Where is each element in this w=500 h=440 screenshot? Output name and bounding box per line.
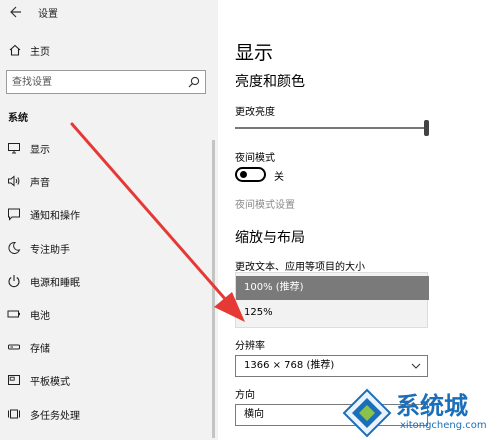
scale-label: 更改文本、应用等项目的大小 bbox=[235, 262, 365, 273]
night-mode-settings-link[interactable]: 夜间模式设置 bbox=[235, 196, 295, 211]
sidebar-item-label: 专注助手 bbox=[30, 244, 70, 256]
scale-dropdown-list[interactable]: 100% (推荐) 125% bbox=[235, 272, 429, 328]
sidebar-item-tablet-mode[interactable]: 平板模式 bbox=[0, 365, 212, 398]
sidebar-item-label: 存储 bbox=[30, 344, 50, 356]
brightness-color-heading: 亮度和颜色 bbox=[235, 74, 305, 90]
orientation-value: 横向 bbox=[244, 409, 264, 420]
sidebar-item-label: 通知和操作 bbox=[30, 211, 80, 223]
monitor-icon bbox=[8, 143, 20, 154]
resolution-value: 1366 × 768 (推荐) bbox=[244, 360, 335, 371]
sidebar-item-storage[interactable]: 存储 bbox=[0, 332, 212, 365]
watermark-text: 系统城 bbox=[396, 392, 468, 420]
watermark: 系统城 xitongcheng.com bbox=[340, 386, 500, 440]
sidebar-item-label: 电池 bbox=[30, 310, 50, 322]
search-box[interactable] bbox=[6, 70, 206, 94]
watermark-subtext: xitongcheng.com bbox=[400, 420, 487, 431]
sidebar-item-focus-assist[interactable]: 专注助手 bbox=[0, 233, 212, 266]
window-title: 设置 bbox=[38, 9, 58, 20]
display-settings-pane: 显示 亮度和颜色 更改亮度 夜间模式 关 夜间模式设置 缩放与布局 更改文本、应… bbox=[218, 0, 500, 440]
notification-icon bbox=[8, 208, 20, 222]
section-label-system: 系统 bbox=[8, 113, 28, 124]
settings-sidebar: 设置 主页 系统 显示 声音 bbox=[0, 0, 218, 440]
storage-icon bbox=[8, 344, 20, 350]
night-mode-label: 夜间模式 bbox=[235, 153, 275, 164]
home-icon bbox=[9, 44, 21, 56]
title-bar: 设置 bbox=[0, 0, 218, 24]
sidebar-item-label: 平板模式 bbox=[30, 377, 70, 389]
power-icon bbox=[8, 274, 20, 287]
sidebar-item-notifications[interactable]: 通知和操作 bbox=[0, 199, 212, 232]
home-label: 主页 bbox=[30, 47, 50, 58]
sidebar-item-label: 声音 bbox=[30, 178, 50, 190]
sidebar-item-display[interactable]: 显示 bbox=[0, 133, 212, 166]
night-mode-state: 关 bbox=[274, 172, 284, 183]
sidebar-item-multitasking[interactable]: 多任务处理 bbox=[0, 399, 212, 432]
sidebar-item-battery[interactable]: 电池 bbox=[0, 299, 212, 332]
night-mode-toggle[interactable] bbox=[235, 167, 266, 182]
search-icon[interactable] bbox=[188, 76, 200, 88]
resolution-label: 分辨率 bbox=[235, 341, 265, 352]
sidebar-item-label: 显示 bbox=[30, 145, 50, 156]
scale-layout-heading: 缩放与布局 bbox=[235, 230, 305, 246]
sidebar-item-sound[interactable]: 声音 bbox=[0, 166, 212, 199]
speaker-icon bbox=[8, 175, 20, 187]
sidebar-scrollbar[interactable] bbox=[212, 140, 215, 438]
chevron-down-icon bbox=[411, 363, 421, 369]
tablet-icon bbox=[8, 375, 20, 386]
orientation-label: 方向 bbox=[235, 390, 255, 401]
scale-option-125[interactable]: 125% bbox=[236, 301, 429, 325]
sidebar-item-label: 电源和睡眠 bbox=[30, 277, 80, 289]
scale-option-100[interactable]: 100% (推荐) bbox=[236, 276, 429, 300]
sidebar-nav: 显示 声音 通知和操作 专注助手 电源和睡眠 电池 存储 平板模式 多任务处理 bbox=[0, 133, 218, 432]
page-title: 显示 bbox=[235, 42, 274, 64]
watermark-logo-icon bbox=[342, 388, 392, 438]
sidebar-item-power-sleep[interactable]: 电源和睡眠 bbox=[0, 266, 212, 299]
brightness-slider-track[interactable] bbox=[235, 127, 427, 129]
sidebar-item-label: 多任务处理 bbox=[30, 410, 80, 422]
search-input[interactable] bbox=[7, 71, 183, 93]
multitask-icon bbox=[8, 409, 20, 418]
back-arrow-icon[interactable] bbox=[8, 5, 22, 19]
brightness-label: 更改亮度 bbox=[235, 107, 275, 118]
toggle-knob bbox=[240, 171, 247, 178]
resolution-select[interactable]: 1366 × 768 (推荐) bbox=[235, 355, 428, 377]
battery-icon bbox=[7, 310, 20, 318]
home-nav-item[interactable]: 主页 bbox=[0, 38, 218, 62]
brightness-slider-thumb[interactable] bbox=[424, 120, 429, 136]
moon-icon bbox=[8, 241, 21, 254]
